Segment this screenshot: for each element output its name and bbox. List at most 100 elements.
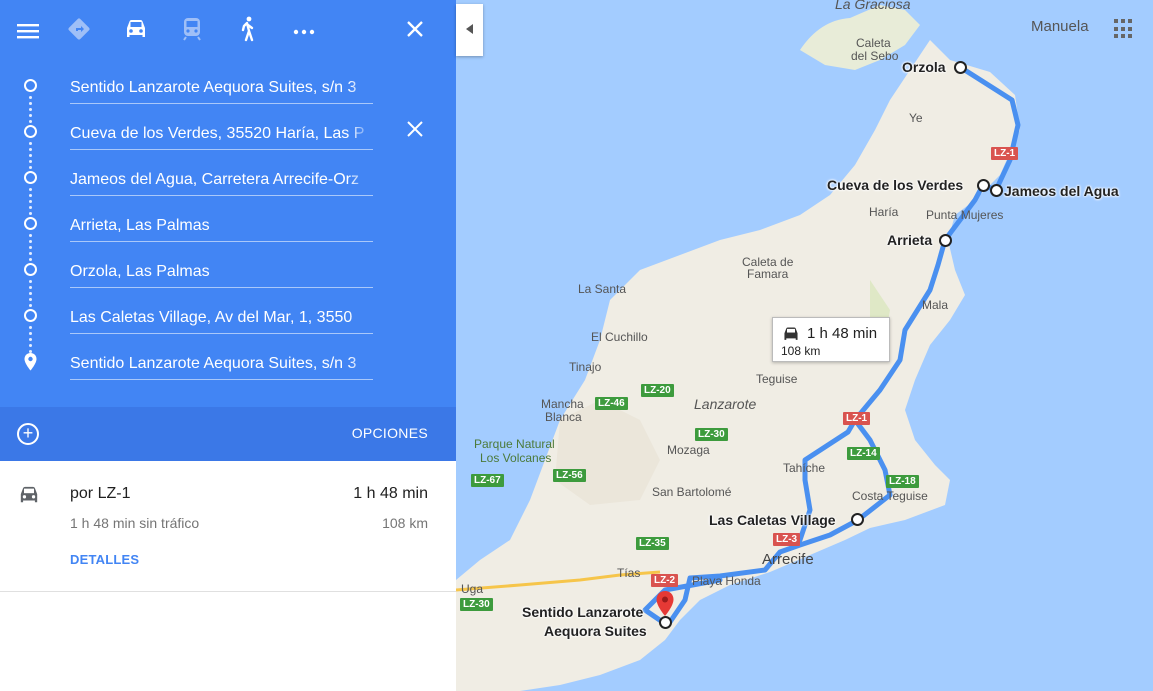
options-button[interactable]: OPCIONES — [352, 425, 428, 441]
place-label: Teguise — [756, 372, 798, 386]
waypoint-field[interactable]: Jameos del Agua, Carretera Arrecife-Orz — [70, 158, 373, 196]
waypoint-marker[interactable] — [990, 184, 1003, 197]
car-mode-button[interactable] — [120, 15, 152, 47]
place-label: La Santa — [578, 282, 627, 296]
waypoint-field[interactable]: Las Caletas Village, Av del Mar, 1, 3550 — [70, 296, 373, 334]
place-label: Haría — [869, 205, 899, 219]
stop-label: Aequora Suites — [544, 623, 647, 639]
place-label: Tahíche — [783, 461, 826, 475]
road-shield: LZ-18 — [886, 475, 919, 488]
waypoint-circle-icon — [24, 217, 37, 230]
place-label: Tías — [617, 566, 641, 580]
destination-pin-icon — [24, 353, 37, 376]
road-shield: LZ-1 — [843, 412, 871, 425]
route-duration-callout: 1 h 48 min 108 km — [772, 317, 890, 362]
route-connector — [29, 280, 32, 310]
stop-label: Jameos del Agua — [1004, 183, 1119, 199]
place-label: Caleta — [856, 36, 891, 50]
best-route-mode-button[interactable] — [63, 15, 95, 47]
route-distance: 108 km — [382, 515, 428, 531]
road-shield: LZ-30 — [695, 428, 728, 441]
car-icon — [17, 485, 41, 510]
waypoint-circle-icon — [24, 171, 37, 184]
route-connector — [29, 234, 32, 264]
waypoint-field[interactable]: Sentido Lanzarote Aequora Suites, s/n 3 — [70, 66, 373, 104]
options-bar: + OPCIONES — [0, 407, 456, 461]
road-shield: LZ-2 — [651, 574, 679, 587]
car-icon — [123, 18, 149, 45]
place-label: Mancha — [541, 397, 584, 411]
map-pin-icon — [656, 591, 674, 622]
close-icon — [406, 20, 424, 43]
route-connector — [29, 142, 32, 172]
place-label: La Graciosa — [835, 0, 911, 12]
route-connector — [29, 188, 32, 218]
triangle-left-icon — [465, 21, 474, 39]
more-modes-button[interactable] — [288, 15, 320, 47]
road-shield: LZ-46 — [595, 397, 628, 410]
place-label: Ye — [909, 111, 923, 125]
waypoint-circle-icon — [24, 309, 37, 322]
stop-label: Sentido Lanzarote — [522, 604, 644, 620]
route-connector — [29, 96, 32, 126]
apps-grid-icon[interactable] — [1114, 19, 1134, 39]
train-icon — [181, 17, 203, 46]
waypoint-field[interactable]: Orzola, Las Palmas — [70, 250, 373, 288]
place-label: del Sebo — [851, 49, 899, 63]
details-link[interactable]: DETALLES — [70, 552, 139, 567]
walk-icon — [237, 16, 259, 47]
place-label: Tinajo — [569, 360, 602, 374]
road-shield: LZ-3 — [773, 533, 801, 546]
waypoint-field[interactable]: Cueva de los Verdes, 35520 Haría, Las P — [70, 112, 373, 150]
place-label: San Bartolomé — [652, 485, 732, 499]
stop-label: Orzola — [902, 59, 946, 75]
route-connector — [29, 326, 32, 356]
diamond-directions-icon — [66, 16, 92, 47]
waypoint-marker[interactable] — [939, 234, 952, 247]
transit-mode-button[interactable] — [176, 15, 208, 47]
stop-label: Las Caletas Village — [709, 512, 836, 528]
route-via: por LZ-1 — [70, 485, 131, 502]
callout-distance: 108 km — [781, 344, 821, 358]
waypoint-marker[interactable] — [851, 513, 864, 526]
route-option[interactable]: por LZ-1 1 h 48 min 1 h 48 min sin tráfi… — [0, 461, 456, 592]
place-label: Parque Natural — [474, 437, 555, 451]
waypoint-field[interactable]: Arrieta, Las Palmas — [70, 204, 373, 242]
place-label: Punta Mujeres — [926, 208, 1004, 222]
place-label: Lanzarote — [694, 396, 757, 412]
place-label: Mala — [922, 298, 949, 312]
waypoint-marker[interactable] — [977, 179, 990, 192]
close-icon — [406, 121, 424, 142]
walking-mode-button[interactable] — [232, 15, 264, 47]
stop-label: Arrieta — [887, 232, 933, 248]
road-shield: LZ-20 — [641, 384, 674, 397]
waypoint-marker[interactable] — [954, 61, 967, 74]
plus-icon: + — [22, 423, 34, 443]
place-label: Playa Honda — [692, 574, 761, 588]
remove-waypoint-button[interactable] — [406, 120, 424, 138]
travel-mode-bar — [0, 0, 456, 62]
place-label: Arrecife — [762, 551, 814, 568]
road-shield: LZ-1 — [991, 147, 1019, 160]
road-shield: LZ-67 — [471, 474, 504, 487]
waypoint-circle-icon — [24, 263, 37, 276]
directions-panel: Sentido Lanzarote Aequora Suites, s/n 3 … — [0, 0, 456, 691]
route-traffic-note: 1 h 48 min sin tráfico — [70, 515, 200, 531]
road-shield: LZ-14 — [847, 447, 880, 460]
place-label: Mozaga — [667, 443, 710, 457]
close-directions-button[interactable] — [399, 15, 431, 47]
collapse-panel-button[interactable] — [456, 4, 483, 56]
place-label: Uga — [461, 582, 484, 596]
waypoint-list: Sentido Lanzarote Aequora Suites, s/n 3 … — [0, 62, 456, 407]
callout-duration: 1 h 48 min — [807, 325, 878, 342]
add-destination-button[interactable]: + — [17, 423, 39, 445]
menu-icon[interactable] — [12, 15, 44, 47]
destination-field[interactable]: Sentido Lanzarote Aequora Suites, s/n 3 — [70, 342, 373, 380]
place-label: Famara — [747, 267, 789, 281]
waypoint-circle-icon — [24, 125, 37, 138]
user-name[interactable]: Manuela — [1031, 18, 1089, 35]
road-shield: LZ-35 — [636, 537, 669, 550]
waypoint-circle-icon — [24, 79, 37, 92]
place-label: El Cuchillo — [591, 330, 648, 344]
road-shield: LZ-30 — [460, 598, 493, 611]
